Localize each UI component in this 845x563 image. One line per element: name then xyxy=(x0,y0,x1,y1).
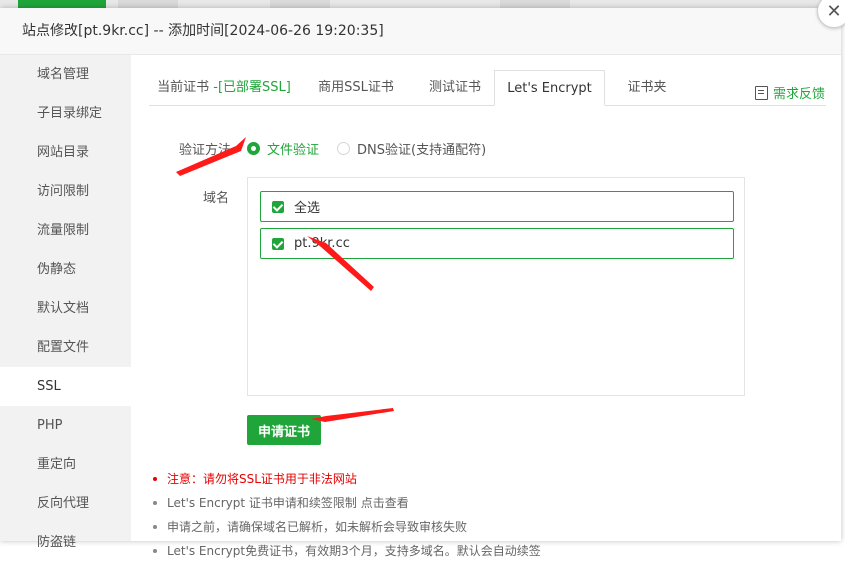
close-icon: ✕ xyxy=(826,0,842,22)
radio-unchecked-icon xyxy=(337,142,351,155)
ssl-status-badge: -[已部署SSL] xyxy=(213,80,291,95)
sidebar-item-ssl[interactable]: SSL xyxy=(0,367,131,406)
list-item[interactable]: Let's Encrypt 证书申请和续签限制 点击查看 xyxy=(151,491,541,515)
select-all-checkbox[interactable]: 全选 xyxy=(260,191,734,222)
tab-commercial-ssl[interactable]: 商用SSL证书 xyxy=(311,70,401,105)
background-button xyxy=(118,0,178,8)
list-item: Let's Encrypt免费证书，有效期3个月，支持多域名。默认会自动续签 xyxy=(151,539,541,563)
dialog-title: 站点修改[pt.9kr.cc] -- 添加时间[2024-06-26 19:20… xyxy=(0,8,841,55)
apply-cert-button[interactable]: 申请证书 xyxy=(247,415,321,445)
edit-note-icon xyxy=(754,85,768,100)
radio-dns-verify[interactable]: DNS验证(支持通配符) xyxy=(337,139,486,158)
site-edit-dialog: 站点修改[pt.9kr.cc] -- 添加时间[2024-06-26 19:20… xyxy=(0,8,841,558)
tab-test-cert[interactable]: 测试证书 xyxy=(415,70,495,105)
tab-lets-encrypt[interactable]: Let's Encrypt xyxy=(494,70,605,106)
domain-list: 全选 pt.9kr.cc xyxy=(247,177,745,396)
ssl-panel: 当前证书 -[已部署SSL] 商用SSL证书 测试证书 Let's Encryp… xyxy=(131,55,841,558)
sidebar-item-redirect[interactable]: 重定向 xyxy=(0,445,131,484)
sidebar-item-rewrite[interactable]: 伪静态 xyxy=(0,250,131,289)
radio-label: 文件验证 xyxy=(267,143,320,158)
domain-checkbox[interactable]: pt.9kr.cc xyxy=(260,228,734,259)
sidebar-item-subdir[interactable]: 子目录绑定 xyxy=(0,94,131,133)
feedback-link[interactable]: 需求反馈 xyxy=(754,83,825,102)
sidebar: 域名管理 子目录绑定 网站目录 访问限制 流量限制 伪静态 默认文档 配置文件 … xyxy=(0,55,131,550)
select-all-label: 全选 xyxy=(294,201,321,216)
ssl-tabs: 当前证书 -[已部署SSL] 商用SSL证书 测试证书 Let's Encryp… xyxy=(149,70,826,106)
tab-current-cert[interactable]: 当前证书 -[已部署SSL] xyxy=(149,70,299,105)
list-item: 申请之前，请确保域名已解析，如未解析会导致审核失败 xyxy=(151,515,541,539)
sidebar-item-site-dir[interactable]: 网站目录 xyxy=(0,133,131,172)
list-item: 注意：请勿将SSL证书用于非法网站 xyxy=(151,467,541,491)
checkbox-checked-icon xyxy=(272,200,284,213)
notes-list: 注意：请勿将SSL证书用于非法网站 Let's Encrypt 证书申请和续签限… xyxy=(151,467,541,563)
background-button xyxy=(18,0,106,8)
sidebar-item-traffic-limit[interactable]: 流量限制 xyxy=(0,211,131,250)
radio-checked-icon xyxy=(247,142,260,155)
checkbox-checked-icon xyxy=(272,237,284,250)
sidebar-item-domain[interactable]: 域名管理 xyxy=(0,55,131,94)
feedback-label: 需求反馈 xyxy=(772,87,825,102)
domain-name: pt.9kr.cc xyxy=(294,236,350,251)
domain-label: 域名 xyxy=(203,191,230,206)
background-button xyxy=(270,0,330,8)
tab-cert-folder[interactable]: 证书夹 xyxy=(617,70,677,105)
sidebar-item-php[interactable]: PHP xyxy=(0,406,131,445)
sidebar-item-proxy[interactable]: 反向代理 xyxy=(0,484,131,523)
verify-method-radios: 文件验证 DNS验证(支持通配符) xyxy=(247,139,504,158)
tab-label: 当前证书 xyxy=(157,80,210,95)
sidebar-item-config[interactable]: 配置文件 xyxy=(0,328,131,367)
sidebar-item-default-doc[interactable]: 默认文档 xyxy=(0,289,131,328)
verify-method-label: 验证方法 xyxy=(179,143,232,158)
background-toolbar xyxy=(0,0,845,8)
radio-label: DNS验证(支持通配符) xyxy=(357,143,487,158)
background-button xyxy=(500,0,570,8)
sidebar-item-access-limit[interactable]: 访问限制 xyxy=(0,172,131,211)
radio-file-verify[interactable]: 文件验证 xyxy=(247,139,319,158)
sidebar-item-hotlink[interactable]: 防盗链 xyxy=(0,523,131,562)
